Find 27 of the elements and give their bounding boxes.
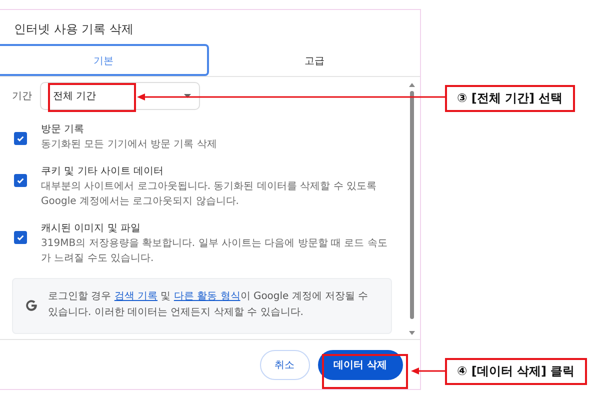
- option-description: 319MB의 저장용량을 확보합니다. 일부 사이트는 다음에 방문할 때 로드 속도가 느려질 수도 있습니다.: [41, 237, 388, 266]
- dialog-title: 인터넷 사용 기록 삭제: [13, 21, 134, 38]
- caret-icon: [184, 94, 191, 98]
- callout-arrow: [411, 368, 445, 374]
- tab[interactable]: 고급: [209, 44, 420, 76]
- notice-text: 로그인할 경우 검색 기록 및 다른 활동 형식 이 Google 계정에 저장될 수 있습니다. 이러한 데이터는 언제든지 삭제할 수 있습니다.: [48, 290, 370, 320]
- google-g-icon: [25, 298, 38, 312]
- checkmark-icon: [16, 134, 25, 143]
- option-title: 방문 기록: [41, 123, 86, 137]
- link[interactable]: 다른 활동 형식: [174, 291, 240, 302]
- option-title: 쿠키 및 기타 사이트 데이터: [41, 165, 165, 179]
- option-description: 동기화된 모든 기기에서 방문 기록 삭제: [41, 138, 218, 152]
- delete-data-button[interactable]: 데이터 삭제: [318, 350, 403, 380]
- link[interactable]: 검색 기록: [114, 291, 158, 302]
- period-label: 기간: [12, 90, 32, 103]
- option-description: 대부분의 사이트에서 로그아웃됩니다. 동기화된 데이터를 삭제할 수 있도록 Google 계정에서는 로그아웃되지 않습니다.: [41, 180, 378, 209]
- checkbox[interactable]: [14, 132, 27, 145]
- tab[interactable]: 기본: [0, 44, 209, 76]
- period-dropdown[interactable]: 전체 기간: [40, 82, 200, 110]
- checkbox[interactable]: [14, 231, 27, 244]
- checkmark-icon: [16, 233, 25, 242]
- checkmark-icon: [16, 176, 25, 185]
- callout-label: ④ [데이터 삭제] 클릭: [445, 358, 587, 385]
- checkbox[interactable]: [14, 174, 27, 187]
- callout-label: ③ [전체 기간] 선택: [445, 85, 575, 112]
- option-title: 캐시된 이미지 및 파일: [41, 222, 142, 236]
- cancel-button[interactable]: 취소: [260, 350, 310, 380]
